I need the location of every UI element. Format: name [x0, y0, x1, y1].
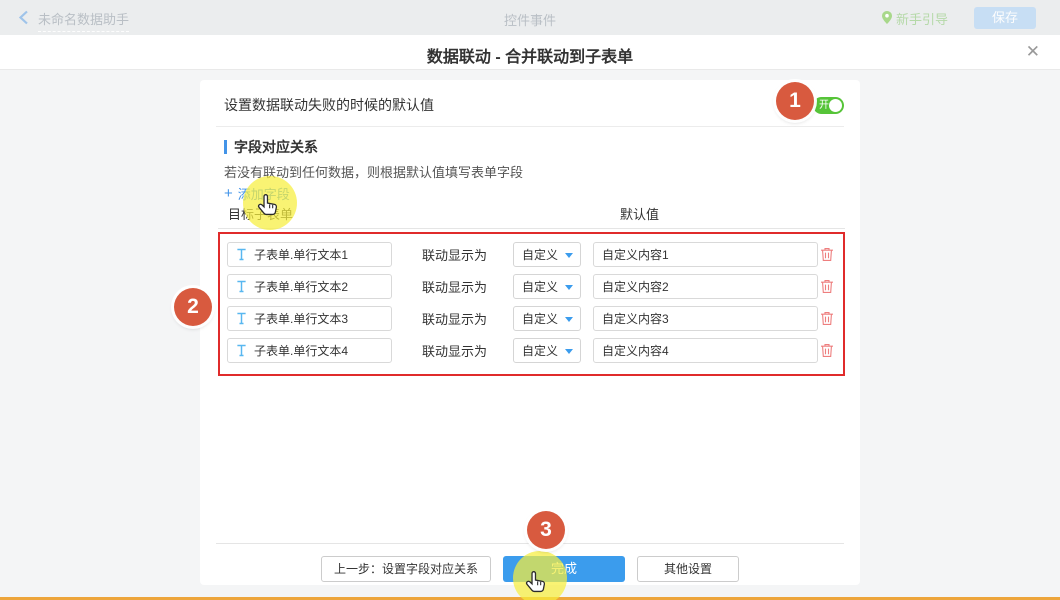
default-value-input[interactable]: 自定义内容3: [593, 306, 818, 331]
mode-select-value: 自定义: [522, 310, 558, 327]
target-field-value: 子表单.单行文本4: [254, 342, 348, 359]
text-field-icon: [236, 344, 247, 357]
default-value-text: 自定义内容3: [602, 310, 669, 327]
plus-icon: +: [224, 185, 233, 202]
footer-divider: [216, 543, 844, 544]
default-value-input[interactable]: 自定义内容1: [593, 242, 818, 267]
delete-row-icon[interactable]: [820, 343, 834, 358]
target-field-value: 子表单.单行文本1: [254, 246, 348, 263]
target-field-input[interactable]: 子表单.单行文本4: [227, 338, 392, 363]
target-field-value: 子表单.单行文本2: [254, 278, 348, 295]
text-field-icon: [236, 312, 247, 325]
annotation-badge-2: 2: [174, 288, 212, 326]
screen: 未命名数据助手 控件事件 新手引导 保存 数据联动 - 合并联动到子表单 ✕ 设…: [0, 0, 1060, 600]
dialog-header: 数据联动 - 合并联动到子表单 ✕: [0, 35, 1060, 70]
target-field-input[interactable]: 子表单.单行文本1: [227, 242, 392, 267]
mode-select-value: 自定义: [522, 246, 558, 263]
relation-label: 联动显示为: [422, 309, 488, 328]
mode-select-value: 自定义: [522, 342, 558, 359]
target-field-input[interactable]: 子表单.单行文本2: [227, 274, 392, 299]
other-settings-button[interactable]: 其他设置: [637, 556, 739, 582]
location-pin-icon: [882, 11, 892, 27]
table-header: 目标子表单 默认值: [200, 204, 860, 220]
delete-row-icon[interactable]: [820, 311, 834, 326]
table-header-divider: [218, 228, 845, 229]
default-value-text: 自定义内容2: [602, 278, 669, 295]
guide-label: 新手引导: [896, 9, 948, 28]
default-setting-toggle[interactable]: 开: [813, 97, 844, 114]
table-row: 子表单.单行文本3 联动显示为 自定义 自定义内容3: [220, 306, 843, 331]
previous-step-button[interactable]: 上一步：设置字段对应关系: [321, 556, 491, 582]
annotation-badge-3: 3: [527, 511, 565, 549]
dialog-title: 数据联动 - 合并联动到子表单: [0, 43, 1060, 67]
section-accent-bar: [224, 140, 227, 154]
target-field-input[interactable]: 子表单.单行文本3: [227, 306, 392, 331]
field-mapping-box: 子表单.单行文本1 联动显示为 自定义 自定义内容1: [218, 232, 845, 376]
chevron-down-icon: [565, 349, 573, 354]
delete-row-icon[interactable]: [820, 279, 834, 294]
table-row: 子表单.单行文本1 联动显示为 自定义 自定义内容1: [220, 242, 843, 267]
default-setting-row: 设置数据联动失败的时候的默认值 开: [224, 90, 844, 120]
annotation-badge-1: 1: [776, 82, 814, 120]
default-setting-label: 设置数据联动失败的时候的默认值: [224, 95, 434, 115]
settings-card: 设置数据联动失败的时候的默认值 开 字段对应关系 若没有联动到任何数据，则根据默…: [200, 80, 860, 585]
hand-cursor-icon: [524, 569, 550, 595]
mode-select[interactable]: 自定义: [513, 306, 581, 331]
default-value-text: 自定义内容1: [602, 246, 669, 263]
guide-link[interactable]: 新手引导: [882, 9, 948, 28]
toggle-knob: [829, 99, 842, 112]
chevron-down-icon: [565, 285, 573, 290]
relation-label: 联动显示为: [422, 277, 488, 296]
target-field-value: 子表单.单行文本3: [254, 310, 348, 327]
close-icon[interactable]: ✕: [1026, 42, 1040, 62]
relation-label: 联动显示为: [422, 245, 488, 264]
mode-select[interactable]: 自定义: [513, 274, 581, 299]
table-row: 子表单.单行文本4 联动显示为 自定义 自定义内容4: [220, 338, 843, 363]
default-value-text: 自定义内容4: [602, 342, 669, 359]
column-default-value: 默认值: [620, 204, 659, 223]
relation-label: 联动显示为: [422, 341, 488, 360]
text-field-icon: [236, 280, 247, 293]
text-field-icon: [236, 248, 247, 261]
delete-row-icon[interactable]: [820, 247, 834, 262]
chevron-down-icon: [565, 253, 573, 258]
mode-select[interactable]: 自定义: [513, 242, 581, 267]
section-title: 字段对应关系: [234, 137, 318, 157]
divider: [216, 126, 844, 127]
default-value-input[interactable]: 自定义内容2: [593, 274, 818, 299]
mode-select[interactable]: 自定义: [513, 338, 581, 363]
chevron-down-icon: [565, 317, 573, 322]
section-header: 字段对应关系: [224, 137, 318, 157]
table-row: 子表单.单行文本2 联动显示为 自定义 自定义内容2: [220, 274, 843, 299]
hand-cursor-icon: [256, 192, 282, 218]
save-button[interactable]: 保存: [974, 7, 1036, 29]
top-bar: 未命名数据助手 控件事件 新手引导 保存: [0, 0, 1060, 35]
mode-select-value: 自定义: [522, 278, 558, 295]
default-value-input[interactable]: 自定义内容4: [593, 338, 818, 363]
toggle-on-label: 开: [819, 99, 829, 112]
dialog-body: 设置数据联动失败的时候的默认值 开 字段对应关系 若没有联动到任何数据，则根据默…: [0, 70, 1060, 597]
